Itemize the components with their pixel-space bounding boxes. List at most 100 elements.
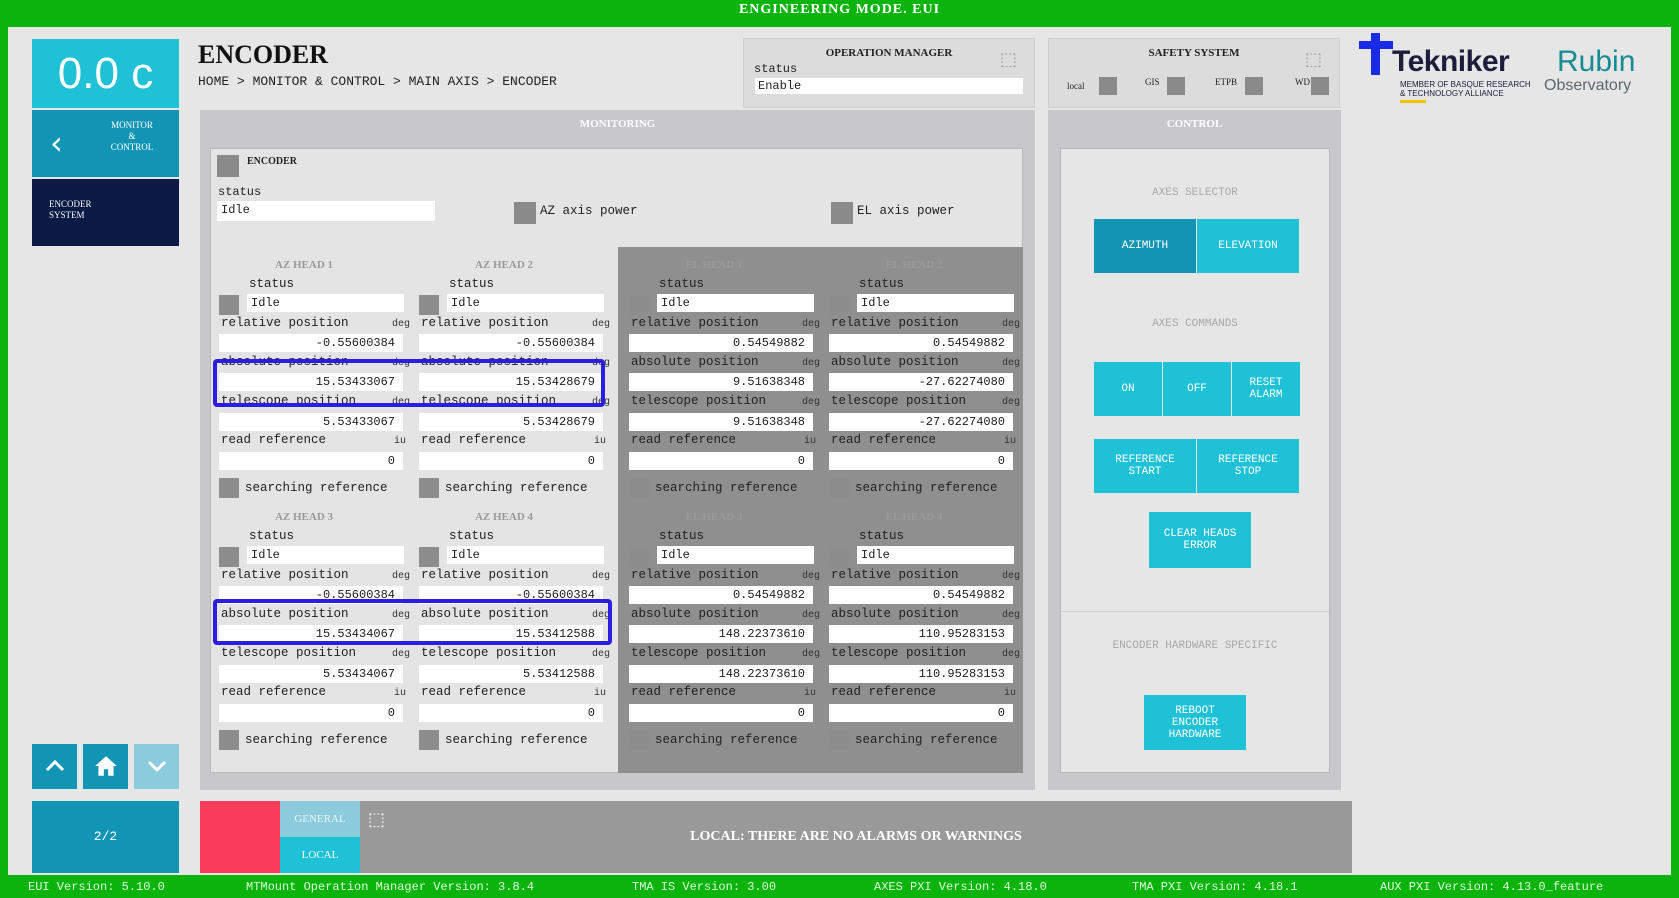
local-tab[interactable]: LOCAL xyxy=(280,837,360,873)
relative-position-label: relative position xyxy=(631,316,759,330)
absolute-position-label: absolute position xyxy=(831,607,959,621)
rubin-logo-line1: Rubin xyxy=(1557,45,1636,78)
safety-gis-label: GIS xyxy=(1145,77,1160,87)
searching-reference-label: searching reference xyxy=(655,481,798,495)
absolute-position-label: absolute position xyxy=(631,607,759,621)
relative-position-value: 0.54549882 xyxy=(629,586,813,604)
read-reference-label: read reference xyxy=(831,685,937,699)
azimuth-button[interactable]: AZIMUTH xyxy=(1094,219,1196,273)
reboot-encoder-hardware-button[interactable]: REBOOT ENCODER HARDWARE xyxy=(1144,695,1246,750)
read-reference-value: 0 xyxy=(829,704,1013,722)
head-title: AZ HEAD 1 xyxy=(274,259,334,271)
hw-specific-title: ENCODER HARDWARE SPECIFIC xyxy=(1112,640,1278,652)
iu-unit: iu xyxy=(594,688,607,699)
relative-position-value: 0.54549882 xyxy=(829,334,1013,352)
deg-unit: deg xyxy=(1002,358,1021,369)
reference-stop-button[interactable]: REFERENCE STOP xyxy=(1197,439,1299,493)
read-reference-value: 0 xyxy=(219,452,403,470)
general-tab[interactable]: GENERAL xyxy=(280,801,360,837)
tma-is-version: TMA IS Version: 3.00 xyxy=(632,880,777,894)
relative-position-label: relative position xyxy=(221,316,349,330)
searching-reference-label: searching reference xyxy=(445,481,588,495)
head-status-led xyxy=(419,547,439,567)
popup-cursor-icon[interactable]: ⬚ xyxy=(1000,49,1022,70)
az-axis-power-led xyxy=(514,202,536,224)
telescope-position-label: telescope position xyxy=(631,394,767,408)
head-status-field: Idle xyxy=(447,546,604,564)
deg-unit: deg xyxy=(802,358,821,369)
safety-gis-led xyxy=(1167,77,1185,95)
axes-commands-title: AXES COMMANDS xyxy=(1152,318,1238,330)
telescope-position-value: 5.53412588 xyxy=(419,665,603,683)
telescope-position-value: 5.53434067 xyxy=(219,665,403,683)
relative-position-label: relative position xyxy=(421,568,549,582)
read-reference-value: 0 xyxy=(219,704,403,722)
absolute-position-label: absolute position xyxy=(831,355,959,369)
safety-system-box: SAFETY SYSTEM ⬚ local GIS ETPB WD xyxy=(1048,38,1340,108)
safety-local-led xyxy=(1099,77,1117,95)
clear-heads-error-button[interactable]: CLEAR HEADS ERROR xyxy=(1149,512,1251,568)
head-status-led xyxy=(419,295,439,315)
main-screen: 0.0 c ‹ MONITOR & CONTROL ENCODER SYSTEM… xyxy=(8,27,1671,875)
safety-system-title: SAFETY SYSTEM xyxy=(1148,47,1240,59)
relative-position-label: relative position xyxy=(831,568,959,582)
control-title: CONTROL xyxy=(1166,118,1223,130)
relative-position-label: relative position xyxy=(221,568,349,582)
el-axis-power-led xyxy=(831,202,853,224)
searching-reference-led xyxy=(419,478,439,498)
head-title: AZ HEAD 3 xyxy=(274,511,334,523)
head-status-field: Idle xyxy=(857,294,1014,312)
deg-unit: deg xyxy=(592,319,611,330)
alarm-message: LOCAL: THERE ARE NO ALARMS OR WARNINGS xyxy=(690,829,1022,844)
absolute-position-value: 110.95283153 xyxy=(829,625,1013,643)
head-status-led xyxy=(829,547,849,567)
read-reference-value: 0 xyxy=(829,452,1013,470)
head-status-label: status xyxy=(659,529,705,543)
chevron-left-icon: ‹ xyxy=(50,124,63,162)
read-reference-label: read reference xyxy=(631,433,737,447)
scroll-down-button[interactable] xyxy=(134,744,179,789)
aux-pxi-version: AUX PXI Version: 4.13.0_feature xyxy=(1380,880,1604,894)
eui-version: EUI Version: 5.10.0 xyxy=(28,880,165,894)
monitoring-panel: MONITORING ENCODER status Idle AZ axis p… xyxy=(200,110,1035,790)
reset-alarm-button[interactable]: RESET ALARM xyxy=(1232,362,1300,416)
read-reference-label: read reference xyxy=(631,685,737,699)
deg-unit: deg xyxy=(1002,649,1021,660)
absolute-position-value: 148.22373610 xyxy=(629,625,813,643)
encoder-head-block: EL HEAD 4 status Idle relative position deg 0… xyxy=(829,511,1021,751)
encoder-system-button[interactable]: ENCODER SYSTEM xyxy=(32,179,179,246)
deg-unit: deg xyxy=(802,610,821,621)
reference-start-button[interactable]: REFERENCE START xyxy=(1094,439,1196,493)
control-panel: CONTROL AXES SELECTOR AZIMUTH ELEVATION … xyxy=(1048,110,1341,790)
off-button[interactable]: OFF xyxy=(1163,362,1231,416)
tma-pxi-version: TMA PXI Version: 4.18.1 xyxy=(1132,880,1298,894)
popup-cursor-icon[interactable]: ⬚ xyxy=(1305,49,1327,70)
head-status-field: Idle xyxy=(857,546,1014,564)
searching-reference-led xyxy=(829,478,849,498)
elevation-button[interactable]: ELEVATION xyxy=(1197,219,1299,273)
absolute-position-label: absolute position xyxy=(631,355,759,369)
home-button[interactable] xyxy=(83,744,128,789)
head-status-led xyxy=(219,295,239,315)
on-button[interactable]: ON xyxy=(1094,362,1162,416)
telescope-position-value: 5.53433067 xyxy=(219,413,403,431)
deg-unit: deg xyxy=(392,649,411,660)
control-inner-panel: AXES SELECTOR AZIMUTH ELEVATION AXES COM… xyxy=(1060,148,1330,773)
relative-position-label: relative position xyxy=(631,568,759,582)
window-title: ENGINEERING MODE. EUI xyxy=(738,2,941,17)
telescope-position-value: 5.53428679 xyxy=(419,413,603,431)
head-status-label: status xyxy=(249,529,295,543)
operation-manager-box: OPERATION MANAGER ⬚ status Enable xyxy=(743,38,1035,108)
telescope-position-value: 148.22373610 xyxy=(629,665,813,683)
read-reference-value: 0 xyxy=(419,452,603,470)
scroll-up-button[interactable] xyxy=(32,744,77,789)
head-status-label: status xyxy=(659,277,705,291)
back-to-monitor-control-button[interactable]: ‹ MONITOR & CONTROL xyxy=(32,110,179,177)
head-title: EL HEAD 2 xyxy=(885,259,943,271)
deg-unit: deg xyxy=(802,649,821,660)
encoder-label: ENCODER xyxy=(247,156,298,167)
searching-reference-led xyxy=(219,730,239,750)
chevron-up-icon xyxy=(45,759,64,772)
telescope-position-label: telescope position xyxy=(221,646,357,660)
temperature-display: 0.0 c xyxy=(32,39,179,108)
